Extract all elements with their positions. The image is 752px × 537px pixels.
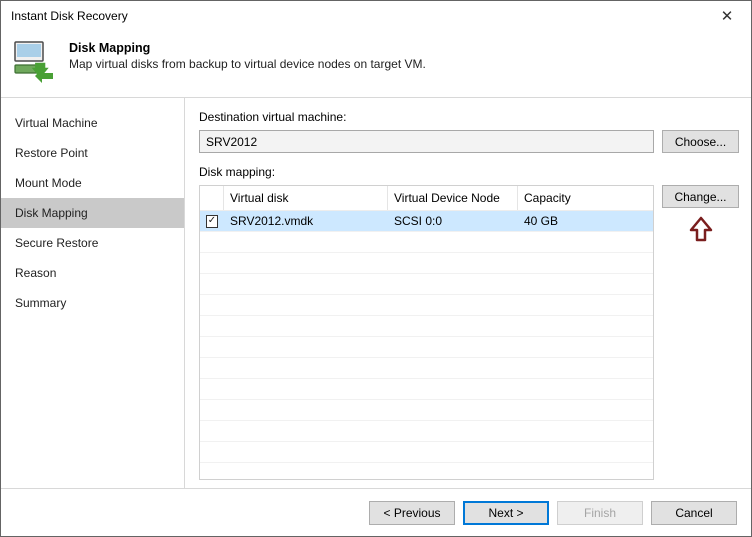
- sidebar-item-mount-mode[interactable]: Mount Mode: [1, 168, 184, 198]
- grid-wrap: Virtual disk Virtual Device Node Capacit…: [199, 185, 739, 480]
- empty-row: [200, 295, 653, 316]
- page-subtitle: Map virtual disks from backup to virtual…: [69, 57, 426, 71]
- cancel-button[interactable]: Cancel: [651, 501, 737, 525]
- empty-row: [200, 232, 653, 253]
- grid-header: Virtual disk Virtual Device Node Capacit…: [200, 186, 653, 211]
- grid-col-capacity[interactable]: Capacity: [518, 186, 653, 210]
- empty-row: [200, 316, 653, 337]
- change-button-label: Change...: [674, 190, 726, 204]
- sidebar-item-virtual-machine[interactable]: Virtual Machine: [1, 108, 184, 138]
- arrow-up-icon: [689, 216, 713, 242]
- table-row[interactable]: ✓ SRV2012.vmdk SCSI 0:0 40 GB: [200, 211, 653, 232]
- sidebar-item-secure-restore[interactable]: Secure Restore: [1, 228, 184, 258]
- col-label: Virtual disk: [230, 191, 288, 205]
- previous-button[interactable]: < Previous: [369, 501, 455, 525]
- finish-button: Finish: [557, 501, 643, 525]
- choose-button[interactable]: Choose...: [662, 130, 739, 153]
- sidebar-item-summary[interactable]: Summary: [1, 288, 184, 318]
- destination-label: Destination virtual machine:: [199, 110, 739, 124]
- header: Disk Mapping Map virtual disks from back…: [1, 31, 751, 98]
- sidebar-item-label: Mount Mode: [15, 176, 82, 190]
- grid-col-check[interactable]: [200, 186, 224, 210]
- choose-button-label: Choose...: [675, 135, 726, 149]
- empty-row: [200, 337, 653, 358]
- empty-row: [200, 274, 653, 295]
- side-buttons: Change...: [662, 185, 739, 480]
- next-button[interactable]: Next >: [463, 501, 549, 525]
- sidebar-item-label: Disk Mapping: [15, 206, 88, 220]
- sidebar-item-label: Secure Restore: [15, 236, 98, 250]
- wizard-window: Instant Disk Recovery ✕ Disk Mapping Map…: [0, 0, 752, 537]
- btn-label: Cancel: [675, 506, 712, 520]
- cell-text: 40 GB: [524, 214, 558, 228]
- content: Destination virtual machine: SRV2012 Cho…: [185, 98, 751, 488]
- empty-row: [200, 379, 653, 400]
- close-button[interactable]: ✕: [707, 4, 747, 28]
- cell-text: SCSI 0:0: [394, 214, 442, 228]
- sidebar-item-label: Reason: [15, 266, 56, 280]
- change-button[interactable]: Change...: [662, 185, 739, 208]
- empty-row: [200, 358, 653, 379]
- sidebar-item-label: Virtual Machine: [15, 116, 98, 130]
- cell-virtual-disk: SRV2012.vmdk: [224, 211, 388, 231]
- destination-input: SRV2012: [199, 130, 654, 153]
- destination-row: SRV2012 Choose...: [199, 130, 739, 153]
- btn-label: Next >: [488, 506, 523, 520]
- sidebar-item-restore-point[interactable]: Restore Point: [1, 138, 184, 168]
- col-label: Capacity: [524, 191, 571, 205]
- sidebar-item-disk-mapping[interactable]: Disk Mapping: [1, 198, 184, 228]
- destination-value: SRV2012: [206, 135, 257, 149]
- empty-row: [200, 253, 653, 274]
- cell-device-node: SCSI 0:0: [388, 211, 518, 231]
- row-checkbox-cell: ✓: [200, 211, 224, 231]
- btn-label: < Previous: [383, 506, 440, 520]
- disk-mapping-icon: [13, 39, 55, 85]
- empty-row: [200, 421, 653, 442]
- grid-body: ✓ SRV2012.vmdk SCSI 0:0 40 GB: [200, 211, 653, 479]
- row-checkbox[interactable]: ✓: [206, 215, 218, 228]
- page-title: Disk Mapping: [69, 41, 426, 55]
- grid-col-virtual-disk[interactable]: Virtual disk: [224, 186, 388, 210]
- empty-row: [200, 442, 653, 463]
- titlebar: Instant Disk Recovery ✕: [1, 1, 751, 31]
- sidebar-item-label: Summary: [15, 296, 66, 310]
- sidebar-item-reason[interactable]: Reason: [1, 258, 184, 288]
- sidebar: Virtual Machine Restore Point Mount Mode…: [1, 98, 185, 488]
- window-title: Instant Disk Recovery: [11, 9, 128, 23]
- header-text: Disk Mapping Map virtual disks from back…: [69, 39, 426, 71]
- cell-capacity: 40 GB: [518, 211, 653, 231]
- body: Virtual Machine Restore Point Mount Mode…: [1, 98, 751, 488]
- footer: < Previous Next > Finish Cancel: [1, 488, 751, 536]
- sidebar-item-label: Restore Point: [15, 146, 88, 160]
- cell-text: SRV2012.vmdk: [230, 214, 313, 228]
- btn-label: Finish: [584, 506, 616, 520]
- col-label: Virtual Device Node: [394, 191, 500, 205]
- grid-col-device-node[interactable]: Virtual Device Node: [388, 186, 518, 210]
- mapping-label: Disk mapping:: [199, 165, 739, 179]
- empty-row: [200, 400, 653, 421]
- disk-mapping-grid: Virtual disk Virtual Device Node Capacit…: [199, 185, 654, 480]
